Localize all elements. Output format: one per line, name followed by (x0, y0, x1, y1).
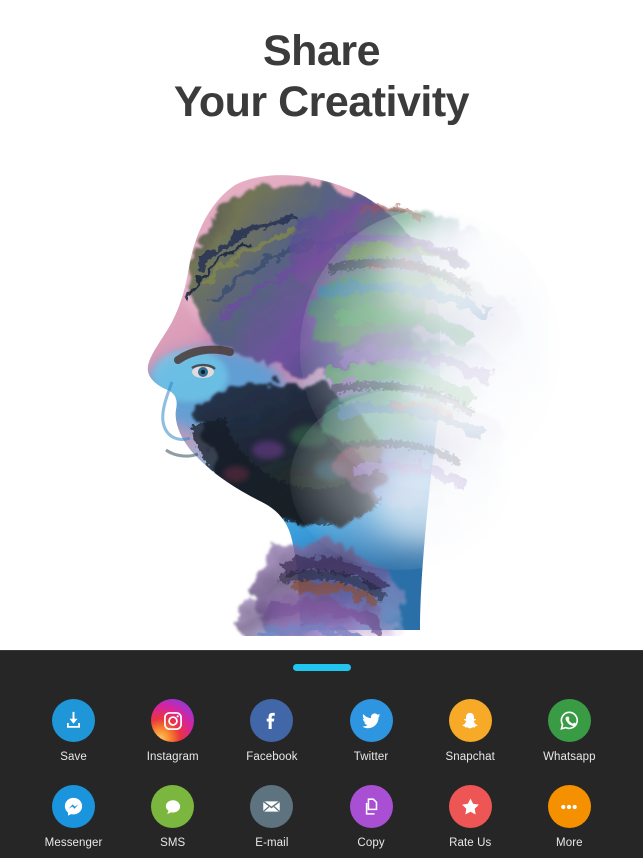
double-exposure-portrait-image (0, 150, 643, 650)
share-option-label: Save (60, 751, 87, 763)
share-option-more[interactable]: More (530, 785, 608, 849)
share-sheet-panel: Save Instagram Facebook Twitter Snapchat… (0, 650, 643, 858)
messenger-bolt-icon (52, 785, 96, 828)
share-option-label: SMS (160, 837, 186, 849)
ellipsis-icon (547, 785, 591, 828)
share-option-label: Rate Us (449, 837, 492, 849)
share-option-copy[interactable]: Copy (332, 785, 410, 849)
share-option-rate-us[interactable]: Rate Us (431, 785, 509, 849)
bird-icon (349, 699, 393, 742)
share-option-label: Messenger (44, 837, 103, 849)
title-line-primary: Share (262, 26, 381, 75)
share-option-label: Copy (357, 837, 385, 849)
share-option-sms[interactable]: SMS (134, 785, 212, 849)
copy-pages-icon (349, 785, 393, 828)
share-option-twitter[interactable]: Twitter (332, 699, 410, 763)
share-option-label: More (556, 837, 583, 849)
share-option-facebook[interactable]: Facebook (233, 699, 311, 763)
ghost-icon (448, 699, 492, 742)
share-screen: Share Your Creativity Save Instagram Fac… (0, 0, 643, 858)
share-row-secondary: Messenger SMS E-mail Copy Rate Us More (0, 785, 643, 849)
share-option-save[interactable]: Save (35, 699, 113, 763)
share-option-instagram[interactable]: Instagram (134, 699, 212, 763)
share-option-label: Whatsapp (543, 751, 596, 763)
envelope-icon (250, 785, 294, 828)
share-option-messenger[interactable]: Messenger (35, 785, 113, 849)
sheet-drag-handle[interactable] (292, 664, 351, 671)
download-icon (52, 699, 96, 742)
page-title: Share Your Creativity (0, 0, 643, 145)
share-option-email[interactable]: E-mail (233, 785, 311, 849)
title-line-secondary: Your Creativity (173, 77, 470, 126)
share-option-whatsapp[interactable]: Whatsapp (530, 699, 608, 763)
artwork-preview (0, 150, 643, 650)
share-row-primary: Save Instagram Facebook Twitter Snapchat… (0, 699, 643, 763)
phone-bubble-icon (547, 699, 591, 742)
share-option-label: Twitter (353, 751, 389, 763)
share-option-label: Snapchat (445, 751, 495, 763)
star-icon (448, 785, 492, 828)
share-option-label: Facebook (246, 751, 298, 763)
share-option-label: Instagram (146, 751, 199, 763)
share-option-snapchat[interactable]: Snapchat (431, 699, 509, 763)
chat-bubble-icon (151, 785, 195, 828)
camera-icon (151, 699, 195, 742)
facebook-f-icon (250, 699, 294, 742)
share-option-label: E-mail (255, 837, 289, 849)
